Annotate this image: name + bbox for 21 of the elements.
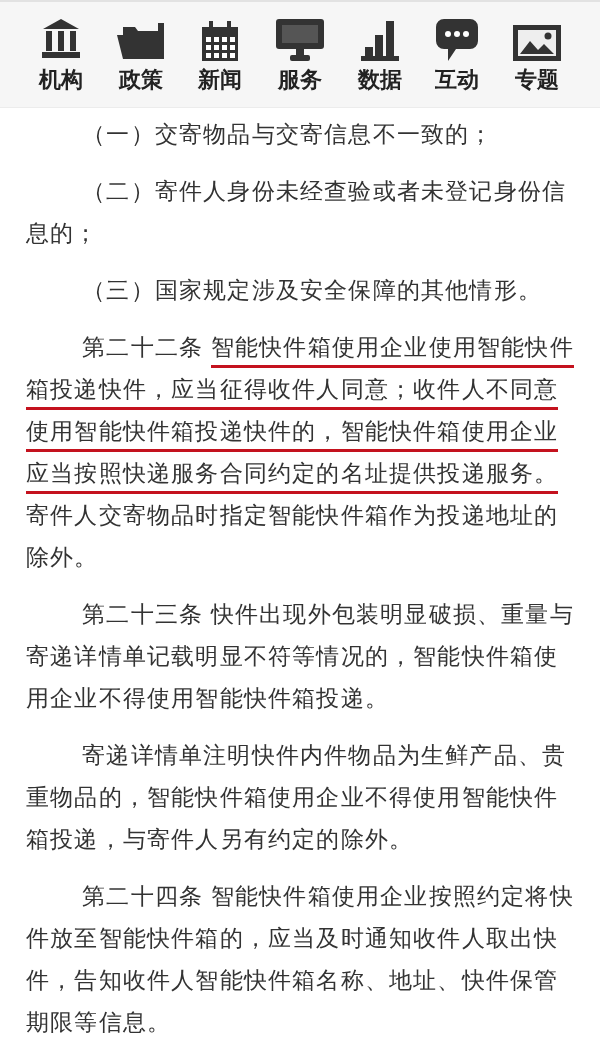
nav-item[interactable]: 专题 (513, 16, 562, 93)
nav-item[interactable]: 机构 (38, 16, 83, 93)
picture-icon (513, 24, 562, 61)
nav-item[interactable]: 服务 (275, 16, 324, 93)
paragraph: （一）交寄物品与交寄信息不一致的； (81, 121, 495, 149)
bar-chart-icon (360, 20, 399, 61)
nav-item[interactable]: 新闻 (198, 16, 243, 93)
calendar-icon (202, 20, 239, 61)
chat-bubble-icon (436, 18, 479, 61)
paragraph: 第二十三条 快件出现外包装明显破损、重量与寄递详情单记载明显不符等情况的，智能快件箱使用企业不得使用智能快件箱投递。 (26, 601, 574, 713)
paragraph: 第二十二条 智能快件箱使用企业使用智能快件箱投递快件，应当征得收件人同意；收件人不同意使用智能快件箱投递快件的，智能快件箱使用企业应当按照快递服务合同约定的名址提供投递服务。 寄件人交寄物品时指定智能快件箱作为投递地址的除外。 (26, 334, 574, 572)
nav-item[interactable]: 政策 (116, 16, 165, 93)
paragraph: （二）寄件人身份未经查验或者未登记身份信息的； (26, 178, 568, 248)
nav-item[interactable]: 数据 (357, 16, 402, 93)
folder-icon (116, 20, 165, 61)
monitor-icon (275, 18, 324, 61)
nav-item[interactable]: 互动 (435, 16, 480, 93)
paragraph: （三）国家规定涉及安全保障的其他情形。 (81, 277, 544, 305)
bank-icon (40, 18, 81, 61)
paragraph: 寄递详情单注明快件内件物品为生鲜产品、贵重物品的，智能快件箱使用企业不得使用智能快件箱投递，与寄件人另有约定的除外。 (26, 742, 568, 854)
paragraph: 第二十四条 智能快件箱使用企业按照约定将快件放至智能快件箱的，应当及时通知收件人取出快件，告知收件人智能快件箱名称、地址、快件保管期限等信息。 (26, 883, 574, 1037)
